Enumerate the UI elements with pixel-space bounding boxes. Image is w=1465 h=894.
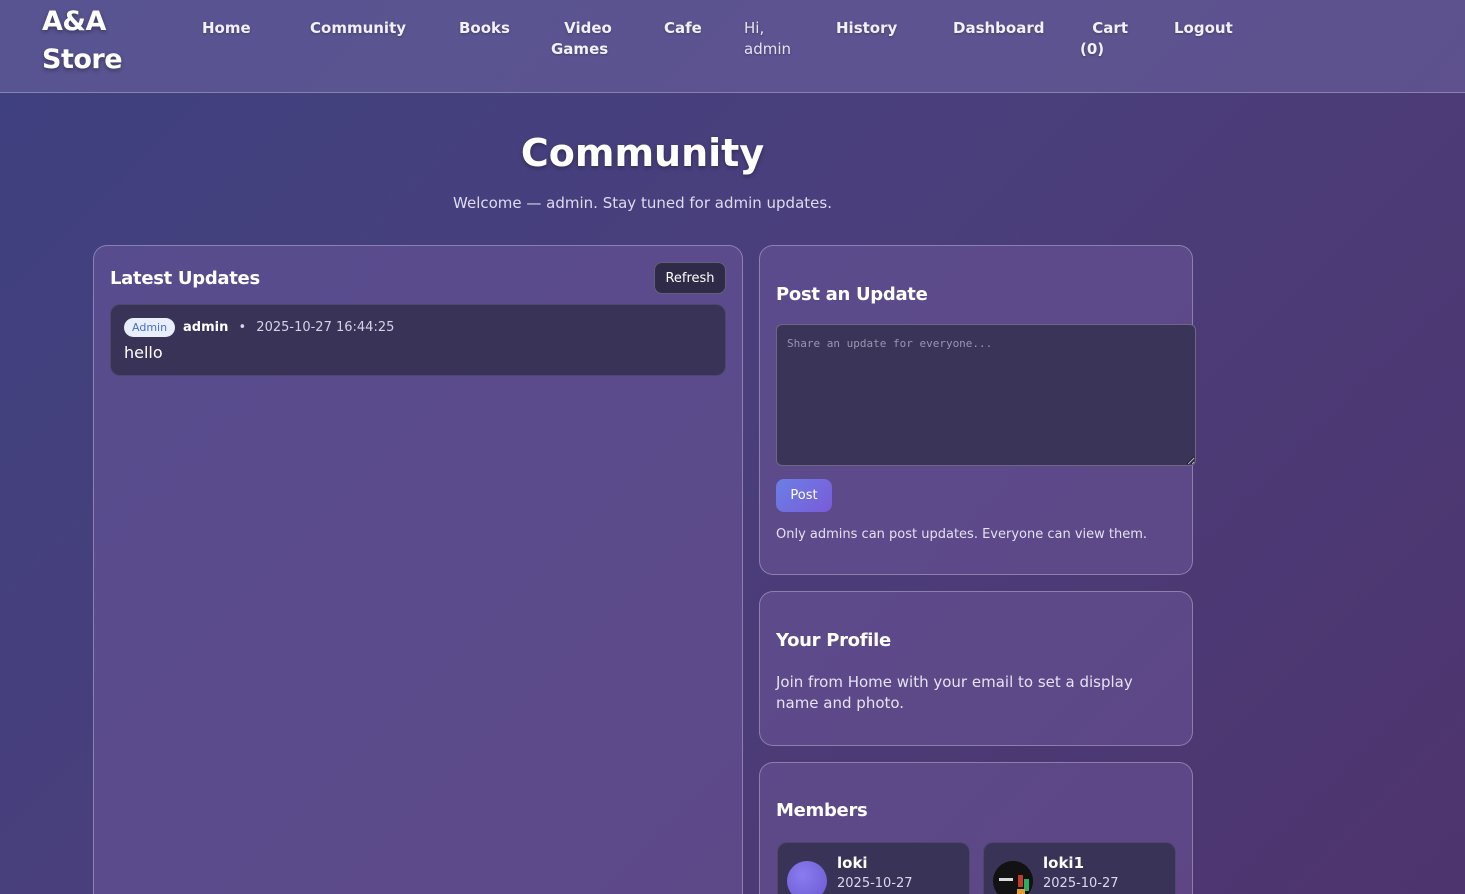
nav-home-link[interactable]: Home (202, 18, 251, 39)
post-update-title: Post an Update (776, 284, 928, 305)
top-navbar: A&A Store Home Community Books Video Gam… (0, 0, 1465, 93)
your-profile-title: Your Profile (776, 630, 891, 651)
member-avatar (787, 861, 827, 894)
post-update-card: Post an Update Post Only admins can post… (759, 245, 1196, 575)
store-logo[interactable]: A&A Store (42, 3, 152, 79)
logo-line-2: Store (42, 44, 123, 75)
update-textarea[interactable] (776, 324, 1196, 466)
nav-video-games-link[interactable]: Video Games (551, 18, 625, 60)
nav-video-games-line-1: Video (564, 19, 612, 37)
profile-join-text: Join from Home with your email to set a … (776, 673, 1133, 712)
member-card[interactable]: loki1 2025-10-27 (983, 842, 1176, 894)
update-text: hello (124, 343, 163, 362)
members-card: Members loki 2025-10-27 loki1 2025-10-27 (759, 762, 1193, 894)
nav-logout-link[interactable]: Logout (1174, 18, 1233, 39)
nav-books-link[interactable]: Books (459, 18, 510, 39)
latest-updates-title: Latest Updates (110, 268, 260, 289)
member-avatar (993, 861, 1033, 894)
member-name: loki (837, 854, 868, 872)
post-button[interactable]: Post (776, 479, 832, 512)
logo-line-1: A&A (42, 6, 106, 37)
update-item: Admin admin • 2025-10-27 16:44:25 hello (110, 304, 726, 376)
nav-cart-link[interactable]: Cart (0) (1080, 18, 1128, 60)
nav-community-link[interactable]: Community (310, 18, 406, 39)
meta-separator: • (238, 320, 247, 335)
page-title: Community (520, 131, 765, 175)
member-join-date: 2025-10-27 (837, 876, 913, 891)
your-profile-card: Your Profile Join from Home with your em… (759, 591, 1193, 746)
admin-badge: Admin (124, 318, 176, 337)
latest-updates-card: Latest Updates Refresh Admin admin • 202… (93, 245, 743, 894)
members-title: Members (776, 800, 868, 821)
cart-count: (0) (1080, 40, 1105, 58)
avatar-image (993, 861, 1033, 894)
member-name: loki1 (1043, 854, 1085, 872)
member-card[interactable]: loki 2025-10-27 (777, 842, 970, 894)
nav-video-games-line-2: Games (551, 40, 609, 58)
update-meta: admin • 2025-10-27 16:44:25 (183, 319, 394, 336)
post-permission-note: Only admins can post updates. Everyone c… (776, 527, 1148, 542)
update-timestamp: 2025-10-27 16:44:25 (256, 320, 395, 335)
user-greeting: Hi, admin (744, 18, 791, 60)
update-author: admin (183, 320, 229, 335)
nav-cart-label: Cart (1092, 19, 1128, 37)
greeting-line-1: Hi, (744, 19, 765, 37)
nav-history-link[interactable]: History (836, 18, 897, 39)
greeting-line-2: admin (744, 40, 791, 58)
nav-cafe-link[interactable]: Cafe (664, 18, 702, 39)
refresh-button[interactable]: Refresh (654, 262, 726, 294)
member-join-date: 2025-10-27 (1043, 876, 1119, 891)
nav-dashboard-link[interactable]: Dashboard (953, 18, 1044, 39)
page-subtitle: Welcome — admin. Stay tuned for admin up… (453, 194, 832, 212)
